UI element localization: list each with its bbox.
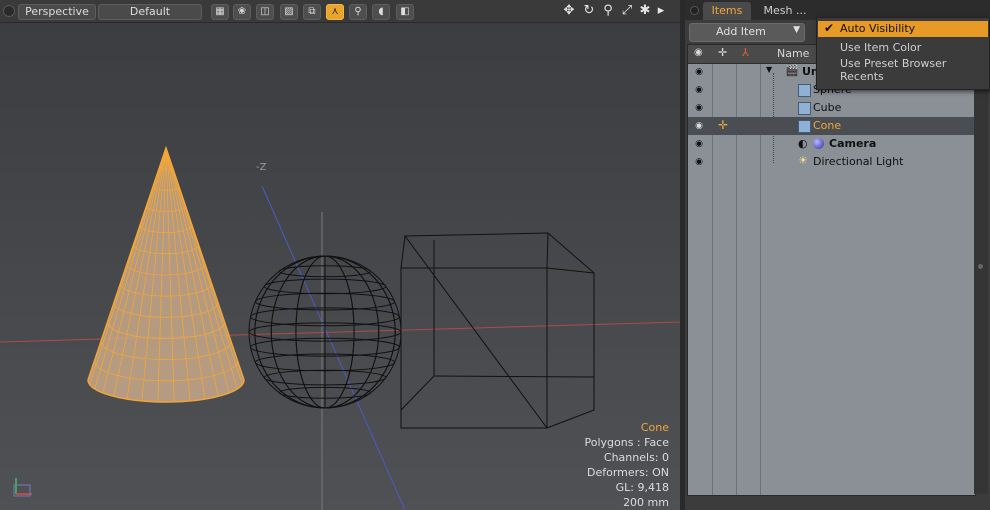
camera-icon: ◐ — [798, 137, 808, 150]
fit-view-icon[interactable]: ⤢ — [619, 3, 635, 19]
lock-column-icon[interactable]: ✛ — [718, 46, 727, 59]
pivot-mode-icon[interactable]: ⋏ — [326, 4, 344, 20]
item-label: Camera — [829, 137, 877, 150]
viewport-menu-icon[interactable] — [3, 5, 15, 17]
visibility-column-eye-icon[interactable]: ◉ — [694, 47, 703, 58]
locator-column-icon[interactable]: ⅄ — [742, 46, 749, 59]
visibility-eye-icon[interactable]: ◉ — [693, 120, 705, 132]
view-mode-dropdown[interactable]: Perspective — [18, 4, 96, 20]
falloff-icon[interactable]: ◖ — [372, 4, 390, 20]
tab-mesh[interactable]: Mesh ... — [759, 2, 811, 20]
visibility-eye-icon[interactable]: ◉ — [693, 156, 705, 168]
panel-menu-icon[interactable] — [690, 6, 699, 15]
visibility-eye-icon[interactable]: ◉ — [693, 66, 705, 78]
axis-gizmo-icon — [13, 478, 32, 497]
use-preset-browser-recents-option[interactable]: Use Preset Browser Recents — [840, 57, 989, 83]
cone-wireframe — [87, 145, 245, 403]
item-list-scrollbar[interactable] — [974, 44, 988, 494]
list-item-selected[interactable]: ◉ ✛ Cone — [688, 117, 975, 135]
selected-item-name: Cone — [640, 421, 669, 434]
visibility-eye-icon[interactable]: ◉ — [693, 102, 705, 114]
viewport-info-overlay: Cone Polygons : Face Channels: 0 Deforme… — [584, 420, 669, 510]
item-label: Cube — [813, 101, 842, 114]
mesh-icon — [798, 120, 811, 133]
item-mode-icon[interactable]: ⧉ — [303, 4, 321, 20]
polygons-info: Polygons : Face — [584, 436, 669, 449]
zoom-view-icon[interactable]: ⚲ — [600, 3, 616, 19]
mesh-icon — [798, 84, 811, 97]
chevron-down-icon: ▼ — [793, 25, 800, 35]
list-item[interactable]: ◉ ◐ Camera — [688, 135, 975, 153]
deformers-info: Deformers: ON — [587, 466, 669, 479]
rotate-view-icon[interactable]: ↻ — [581, 3, 597, 19]
expand-triangle-icon[interactable]: ▼ — [766, 65, 772, 74]
scene-icon: 🎬 — [785, 64, 799, 77]
auto-visibility-label: Auto Visibility — [840, 22, 916, 35]
checker-icon[interactable]: ▦ — [211, 4, 229, 20]
expand-arrow-icon[interactable]: ▸ — [653, 3, 669, 19]
name-column-header[interactable]: Name — [777, 47, 809, 60]
polygon-mode-icon[interactable]: ▨ — [280, 4, 298, 20]
settings-gear-icon[interactable]: ✱ — [637, 3, 653, 19]
axis-label-z: -Z — [256, 162, 267, 173]
item-label: Cone — [813, 119, 842, 132]
light-icon: ☀ — [798, 154, 808, 167]
center-mode-icon[interactable]: ⚲ — [349, 4, 367, 20]
viewport-scene[interactable] — [0, 0, 680, 510]
item-label: Directional Light — [813, 155, 904, 168]
list-item[interactable]: ◉ ☀ Directional Light — [688, 153, 975, 171]
vertex-mode-icon[interactable]: ❀ — [233, 4, 251, 20]
move-view-icon[interactable]: ✥ — [561, 3, 577, 19]
scale-info: 200 mm — [623, 496, 669, 509]
visibility-options-dropdown: ✔ Auto Visibility Use Item Color Use Pre… — [816, 17, 990, 90]
use-item-color-option[interactable]: Use Item Color — [840, 41, 921, 54]
channels-info: Channels: 0 — [603, 451, 669, 464]
add-item-label: Add Item — [716, 25, 766, 38]
checkmark-icon: ✔ — [824, 21, 835, 35]
sphere-wireframe — [248, 255, 402, 409]
z-axis-line — [261, 185, 406, 510]
edge-mode-icon[interactable]: ◫ — [256, 4, 274, 20]
selected-marker-icon: ✛ — [718, 118, 729, 132]
list-item[interactable]: ◉ Cube — [688, 99, 975, 117]
visibility-eye-icon[interactable]: ◉ — [693, 84, 705, 96]
3d-viewport[interactable]: -Z Perspective Default ▦ ❀ ◫ ▨ ⧉ ⋏ ⚲ ◖ ◧… — [0, 0, 680, 510]
add-item-button[interactable]: Add Item ▼ — [689, 23, 805, 42]
item-list[interactable]: ◉ ✛ ⅄ Name ◉ ▼ 🎬 Un ◉ Sphere ◉ Cube ◉ ✛ … — [687, 44, 976, 496]
auto-visibility-option[interactable]: ✔ Auto Visibility — [818, 21, 988, 37]
symmetry-icon[interactable]: ◧ — [396, 4, 414, 20]
gl-info: GL: 9,418 — [615, 481, 669, 494]
tab-items[interactable]: Items — [703, 2, 751, 20]
viewport-toolbar: Perspective Default ▦ ❀ ◫ ▨ ⧉ ⋏ ⚲ ◖ ◧ ✥ … — [0, 0, 680, 23]
mesh-icon — [798, 102, 811, 115]
material-sphere-icon — [813, 138, 824, 149]
visibility-eye-icon[interactable]: ◉ — [693, 138, 705, 150]
cube-wireframe — [400, 232, 595, 429]
shading-dropdown[interactable]: Default — [98, 4, 202, 20]
